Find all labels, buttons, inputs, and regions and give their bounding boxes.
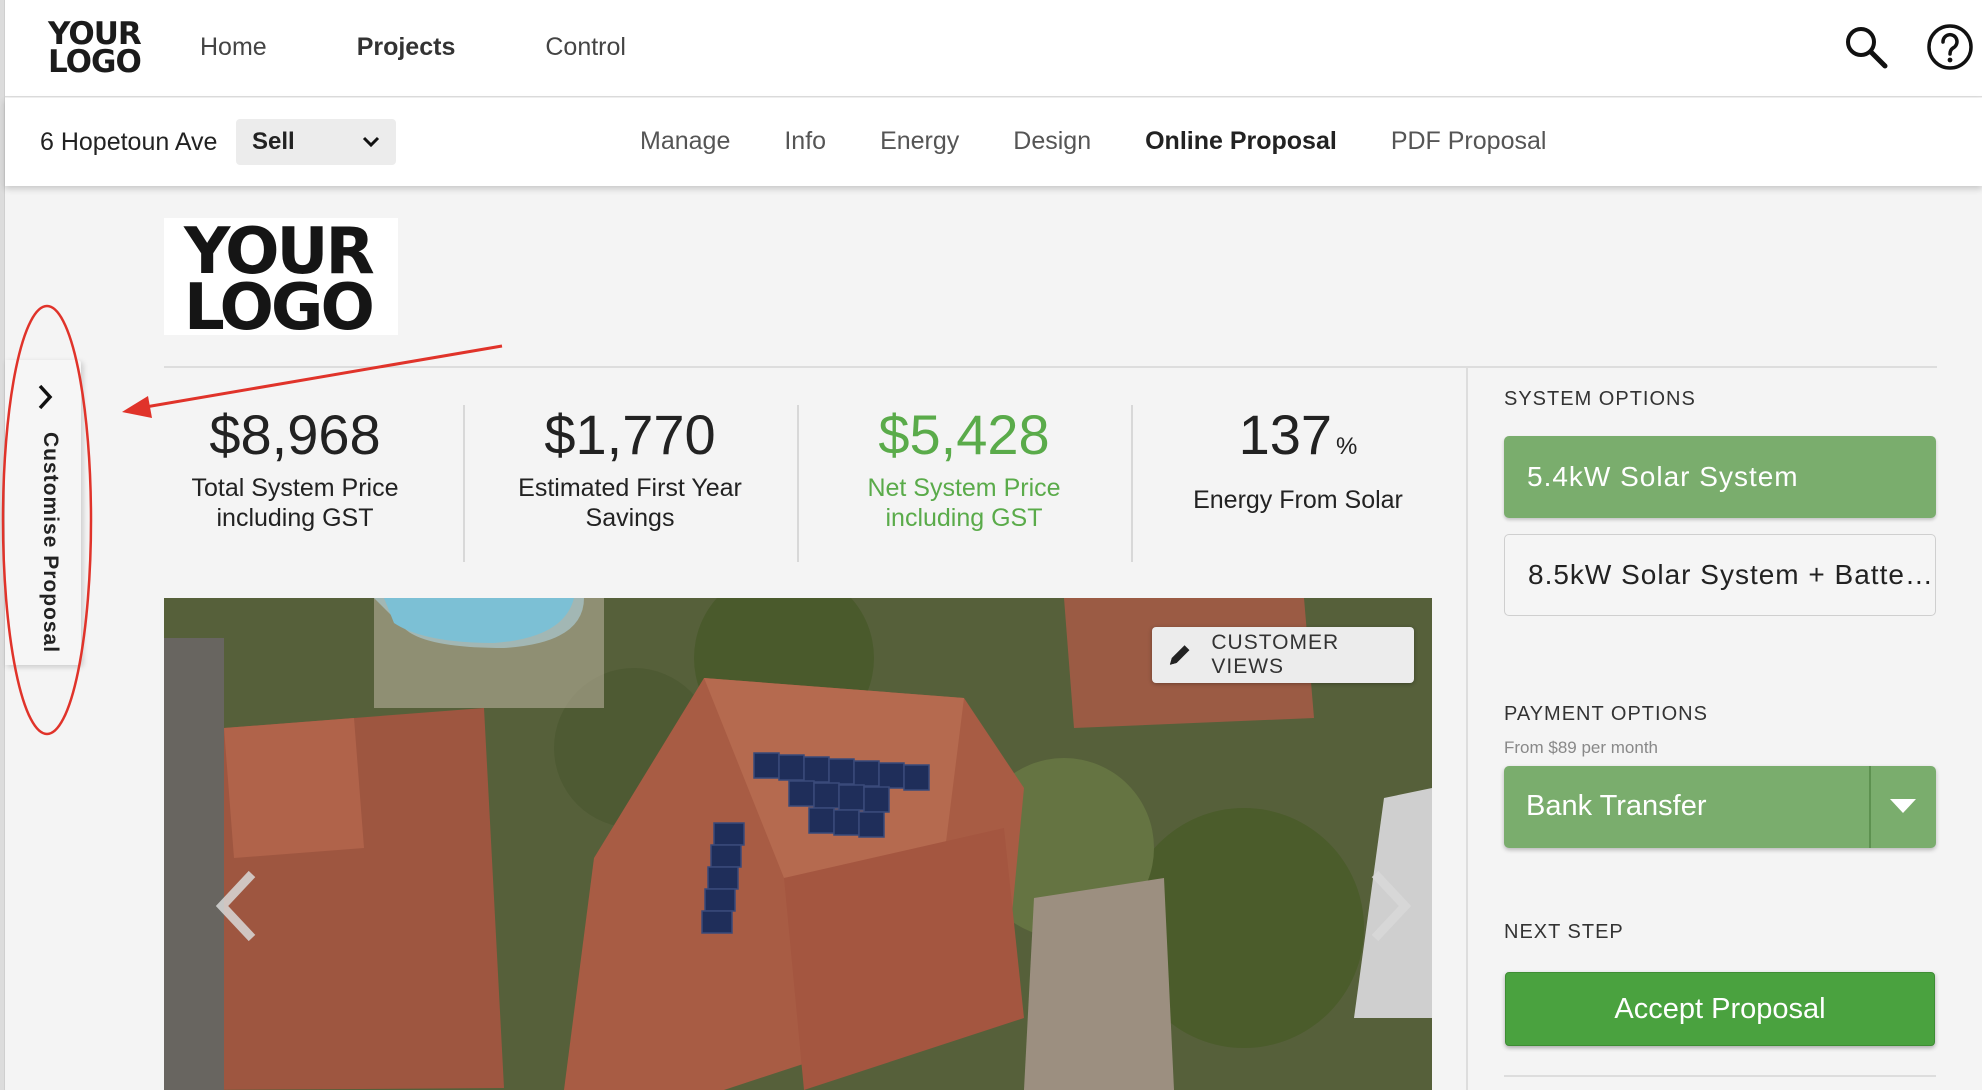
tab-energy[interactable]: Energy xyxy=(880,127,959,156)
app-logo[interactable]: YOUR LOGO xyxy=(48,19,142,78)
main-nav: Home Projects Control xyxy=(200,33,716,62)
nav-projects[interactable]: Projects xyxy=(357,33,456,62)
customer-views-label: CUSTOMER VIEWS xyxy=(1211,631,1340,678)
stat-net-price: $5,428 Net System Price including GST xyxy=(799,405,1129,565)
stat-label: Estimated First Year Savings xyxy=(518,474,742,532)
system-option-5-4kw[interactable]: 5.4kW Solar System xyxy=(1504,436,1936,518)
sidebar-divider xyxy=(1466,368,1468,1090)
stat-energy-from-solar: 137% Energy From Solar xyxy=(1133,405,1463,565)
caret-down-icon xyxy=(1890,799,1916,813)
next-step-heading: NEXT STEP xyxy=(1504,921,1624,943)
stat-value: $1,770 xyxy=(544,403,716,466)
stat-first-year-savings: $1,770 Estimated First Year Savings xyxy=(465,405,795,565)
top-navigation-bar: YOUR LOGO Home Projects Control xyxy=(5,0,1982,97)
nav-home[interactable]: Home xyxy=(200,33,267,62)
stat-label: Net System Price including GST xyxy=(867,474,1061,532)
tab-pdf-proposal[interactable]: PDF Proposal xyxy=(1391,127,1547,156)
stat-label: Total System Price including GST xyxy=(191,474,399,532)
stat-value: $8,968 xyxy=(209,403,381,466)
payment-option-value: Bank Transfer xyxy=(1526,790,1707,822)
tab-design[interactable]: Design xyxy=(1013,127,1091,156)
mode-select-value: Sell xyxy=(252,128,295,155)
top-icons xyxy=(1841,22,1982,72)
stat-label: Energy From Solar xyxy=(1193,486,1403,514)
divider xyxy=(1504,1075,1936,1077)
nav-control[interactable]: Control xyxy=(545,33,626,62)
company-logo: YOUR LOGO xyxy=(164,218,398,340)
tab-manage[interactable]: Manage xyxy=(640,127,730,156)
tab-info[interactable]: Info xyxy=(784,127,826,156)
payment-options-heading: PAYMENT OPTIONS xyxy=(1504,703,1708,725)
aerial-roof-photo: CUSTOMER VIEWS xyxy=(164,598,1432,1090)
stat-total-price: $8,968 Total System Price including GST xyxy=(130,405,460,565)
customise-proposal-tab[interactable]: Customise Proposal xyxy=(5,360,81,665)
select-separator xyxy=(1869,766,1871,848)
stat-value: 137% xyxy=(1238,403,1358,466)
project-address: 6 Hopetoun Ave xyxy=(40,128,218,156)
customer-views-button[interactable]: CUSTOMER VIEWS xyxy=(1152,627,1414,683)
chevron-down-icon xyxy=(362,136,380,148)
chevron-left-icon[interactable] xyxy=(212,866,262,946)
search-icon[interactable] xyxy=(1841,22,1891,72)
chevron-right-icon[interactable] xyxy=(1365,866,1415,946)
payment-options-subtext: From $89 per month xyxy=(1504,738,1659,757)
divider xyxy=(164,366,1937,368)
stat-value: $5,428 xyxy=(878,403,1050,466)
help-icon[interactable] xyxy=(1926,23,1974,71)
pencil-icon xyxy=(1169,645,1190,665)
accept-proposal-button[interactable]: Accept Proposal xyxy=(1505,972,1935,1046)
chevron-right-icon xyxy=(38,384,53,410)
payment-option-select[interactable]: Bank Transfer xyxy=(1504,766,1936,848)
tab-online-proposal[interactable]: Online Proposal xyxy=(1145,127,1337,156)
mode-select[interactable]: Sell xyxy=(236,119,396,165)
system-options-heading: SYSTEM OPTIONS xyxy=(1504,388,1696,410)
project-tabs: Manage Info Energy Design Online Proposa… xyxy=(640,127,1600,156)
project-subnav-bar: 6 Hopetoun Ave Sell Manage Info Energy D… xyxy=(5,98,1982,186)
customise-proposal-label: Customise Proposal xyxy=(39,432,62,654)
system-option-8-5kw-battery[interactable]: 8.5kW Solar System + Batte… xyxy=(1504,534,1936,616)
